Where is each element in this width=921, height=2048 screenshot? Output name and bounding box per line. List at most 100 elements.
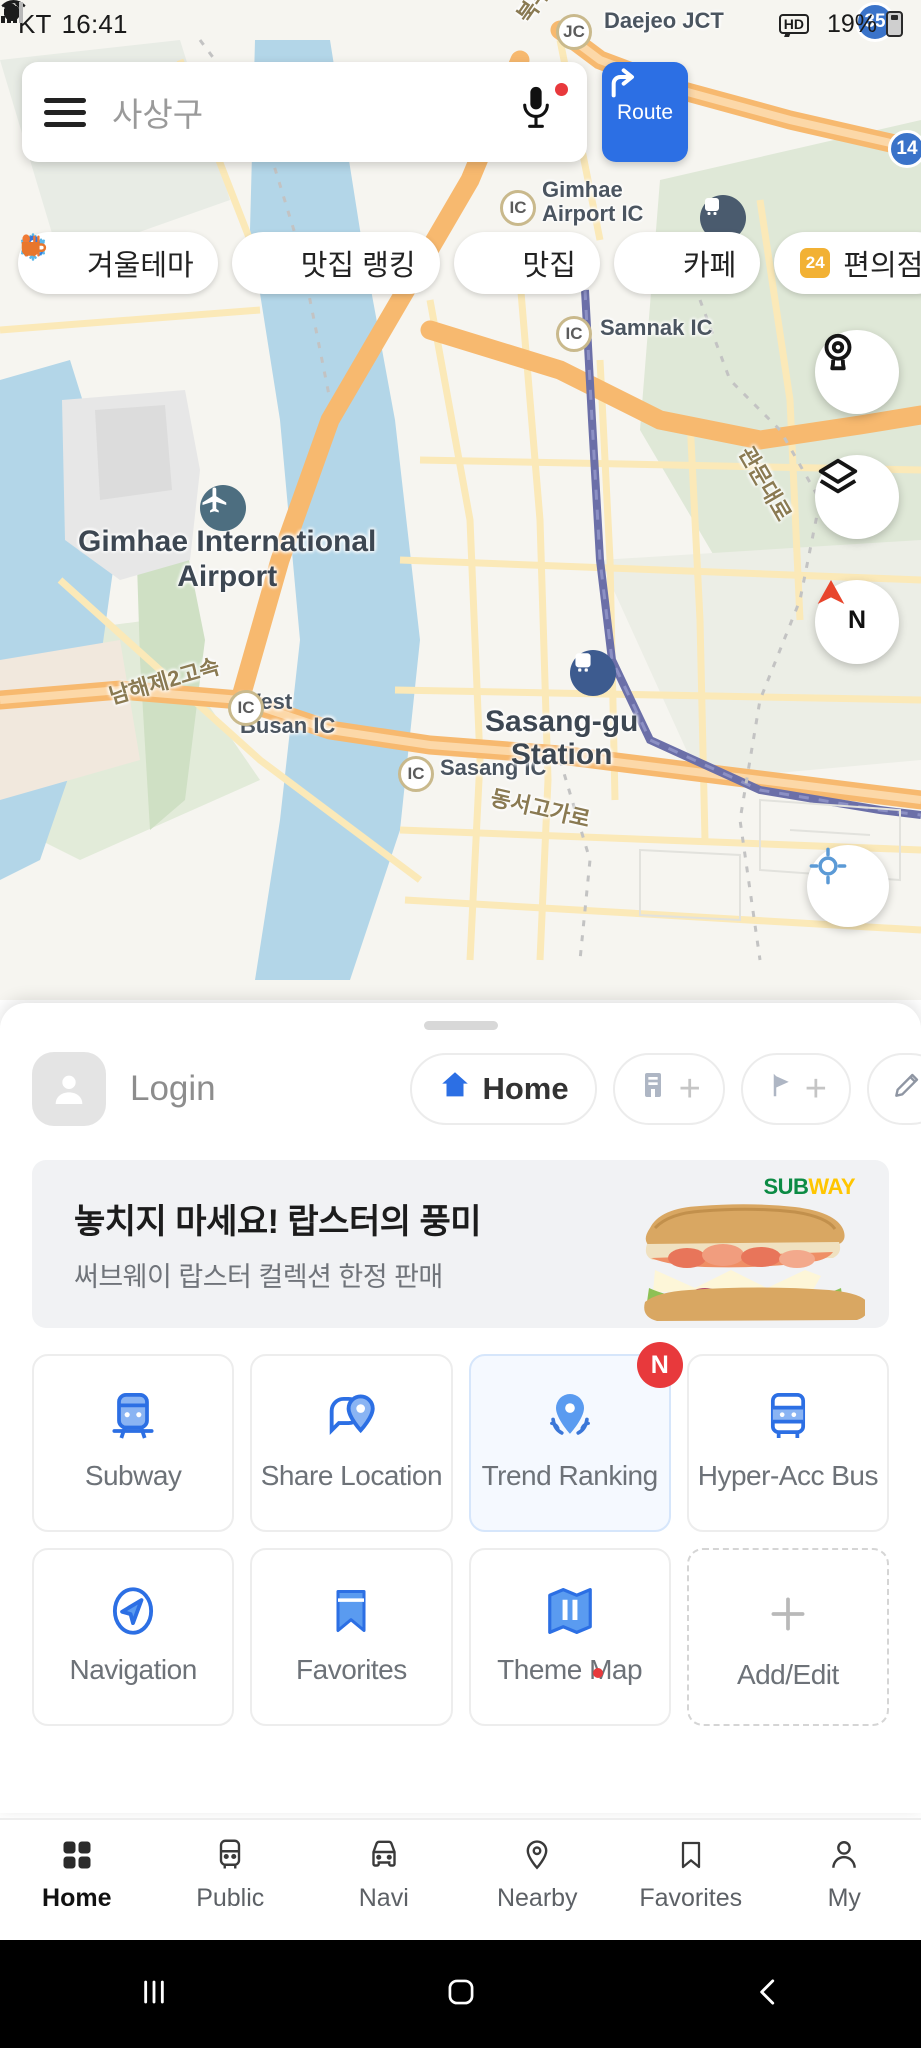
shortcut-favorites[interactable]: Favorites [250,1548,453,1726]
office-icon [637,1069,669,1109]
bookmark-icon [325,1580,377,1642]
bottom-sheet[interactable]: Login Home + + 놓치지 마세요! 랍스터의 풍미 써브웨이 랍스터… [0,1003,921,1813]
quick-chip-home[interactable]: Home [410,1053,597,1125]
map-label-samnak-ic: Samnak IC [600,315,713,340]
map-canvas[interactable]: Daejeo JCT JC Samnak IC IC Gimhae Airport… [0,0,921,1000]
battery-percent-label: 19% [826,9,877,38]
car-icon [365,1834,403,1876]
map-label-gimhae-airport-ic: Gimhae Airport IC [542,177,644,227]
ad-title: 놓치지 마세요! 랍스터의 풍미 [74,1203,482,1241]
chip-label: 맛집 [522,250,576,282]
login-label[interactable]: Login [130,1069,216,1109]
trend-ranking-pin-icon [541,1386,599,1448]
shortcut-label: Favorites [296,1654,407,1685]
ic-marker-sasang: IC [398,756,434,792]
quick-chip-edit[interactable] [867,1053,921,1125]
shortcut-label: Add/Edit [736,1658,839,1690]
search-bar-container: 사상구 [22,62,587,162]
plus-icon: + [804,1068,827,1110]
search-input-value[interactable]: 사상구 [112,88,519,136]
category-chip-row[interactable]: 겨울테마 맛집 랭킹 맛집 카페 24 편의점 [18,232,921,294]
chip-restaurant[interactable]: 맛집 [22,232,600,294]
status-bar-right: HD 19% [1,0,903,39]
mic-notification-dot [555,83,568,96]
shortcut-label: Navigation [69,1654,197,1685]
hd-icon: HD [778,14,809,34]
nav-label: My [827,1884,861,1912]
compass-north-label: N [847,606,867,635]
nav-item-home[interactable]: Home [0,1834,154,1913]
compass-icon: N [817,580,867,635]
nav-item-nearby[interactable]: Nearby [461,1834,615,1913]
airport-poi-icon[interactable] [200,485,246,531]
ad-banner[interactable]: 놓치지 마세요! 랍스터의 풍미 써브웨이 랍스터 컬렉션 한정 판매 SUBW… [32,1160,889,1328]
recents-icon[interactable] [134,1972,174,2017]
flag-icon [765,1069,795,1109]
shortcut-add-edit[interactable]: Add/Edit [686,1548,889,1726]
chip-label: 맛집 랭킹 [300,250,416,282]
theme-map-notification-dot [592,1668,603,1678]
ad-text: 놓치지 마세요! 랍스터의 풍미 써브웨이 랍스터 컬렉션 한정 판매 [32,1194,482,1294]
route-button[interactable]: Route [602,62,688,162]
subway-station-poi-icon[interactable] [570,650,616,696]
bottom-navigation: Home Public Navi Nearby Favorites My [0,1818,921,1940]
map-label-gimhae-international-airport: Gimhae International Airport [78,525,377,593]
nav-label: Home [42,1884,112,1912]
new-badge: N [636,1342,683,1388]
quick-chip-row: Home + + [410,1053,921,1125]
ad-subtitle: 써브웨이 랍스터 컬렉션 한정 판매 [74,1262,443,1292]
quick-chip-office-add[interactable]: + [612,1053,725,1125]
shortcut-label: Subway [84,1460,182,1491]
compass-button[interactable]: N [815,580,899,664]
nav-item-public[interactable]: Public [154,1834,308,1913]
hamburger-menu-icon[interactable] [44,97,86,127]
search-input[interactable]: 사상구 [22,62,587,162]
back-chevron-icon[interactable] [749,1973,787,2016]
cutlery-icon [22,234,512,280]
map-pin-icon [520,1834,554,1876]
subway-train-icon [105,1386,161,1448]
status-bar-left: KT 16:41 [18,9,128,40]
shortcut-label: Hyper-Acc Bus [697,1460,879,1491]
clock-label: 16:41 [61,8,128,39]
highway-badge-14: 14 [888,130,921,168]
user-row: Login Home + + [0,1030,921,1126]
plus-icon: + [678,1068,701,1110]
shortcut-subway[interactable]: Subway [32,1354,235,1532]
nav-item-favorites[interactable]: Favorites [614,1834,768,1913]
battery-icon [886,11,903,37]
my-location-button[interactable] [807,845,889,927]
status-bar: KT 16:41 HD 19% [0,0,921,48]
nav-label: Nearby [496,1884,578,1912]
plus-icon [763,1583,813,1645]
convenience-24-icon: 24 [798,246,832,280]
shortcut-label: Trend Ranking [481,1460,659,1491]
person-icon [827,1834,861,1876]
microphone-icon[interactable] [519,83,568,140]
shortcut-share-location[interactable]: Share Location [250,1354,453,1532]
bookmark-icon [675,1834,707,1876]
chip-convenience-store[interactable]: 24 편의점 [774,232,921,294]
home-icon [438,1068,472,1110]
pencil-edit-icon [891,1069,921,1109]
ic-marker-west-busan: IC [228,690,264,726]
avatar[interactable] [32,1052,106,1126]
quick-chip-flag-add[interactable]: + [740,1053,851,1125]
chip-label: 편의점 [843,250,921,282]
shortcut-navigation[interactable]: Navigation [32,1548,235,1726]
shortcut-theme-map[interactable]: Theme Map [468,1548,671,1726]
drag-handle[interactable] [423,1021,498,1030]
shortcut-hyper-acc-bus[interactable]: Hyper-Acc Bus [686,1354,889,1532]
shortcut-trend-ranking[interactable]: N Trend Ranking [468,1342,683,1532]
street-view-button[interactable] [815,330,899,414]
home-square-icon[interactable] [442,1973,480,2016]
nav-item-navi[interactable]: Navi [307,1834,461,1913]
shortcut-grid: Subway Share Location N Trend Ranking Hy… [32,1342,889,1726]
nav-item-my[interactable]: My [768,1834,921,1913]
chip-restaurant-ranking[interactable]: 맛집 랭킹 [22,232,440,294]
chip-cafe[interactable]: 카페 [21,232,761,294]
map-layers-button[interactable] [815,455,899,539]
share-location-icon [322,1386,380,1448]
chip-label: 카페 [682,250,737,282]
chip-label: 겨울테마 [87,250,194,282]
